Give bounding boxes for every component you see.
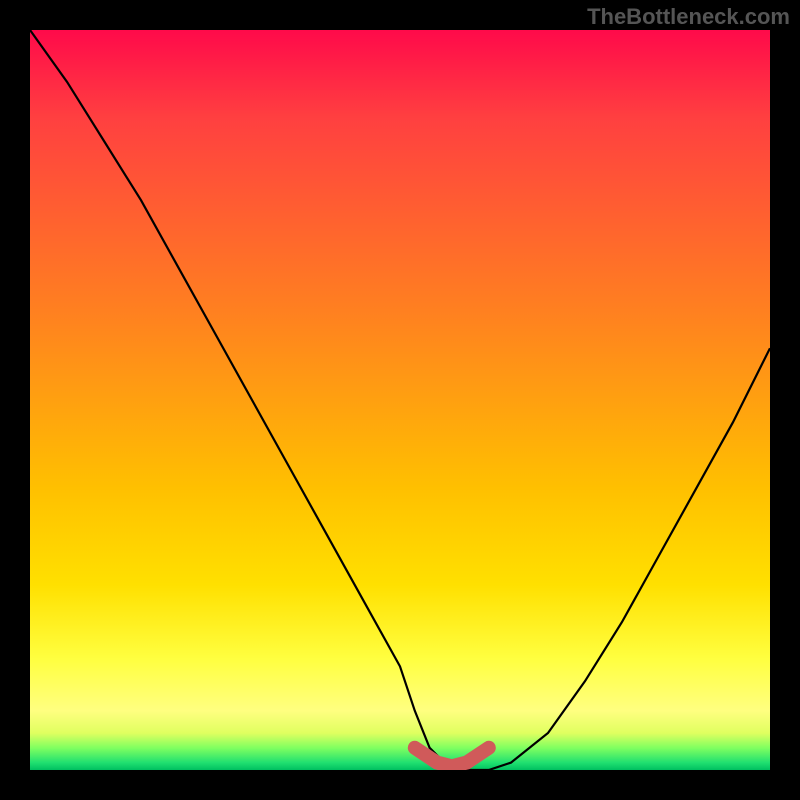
bottleneck-curve-path: [30, 30, 770, 770]
curve-svg: [30, 30, 770, 770]
marker-band: [415, 748, 489, 767]
watermark-text: TheBottleneck.com: [587, 4, 790, 30]
plot-area: [30, 30, 770, 770]
chart-container: TheBottleneck.com: [0, 0, 800, 800]
